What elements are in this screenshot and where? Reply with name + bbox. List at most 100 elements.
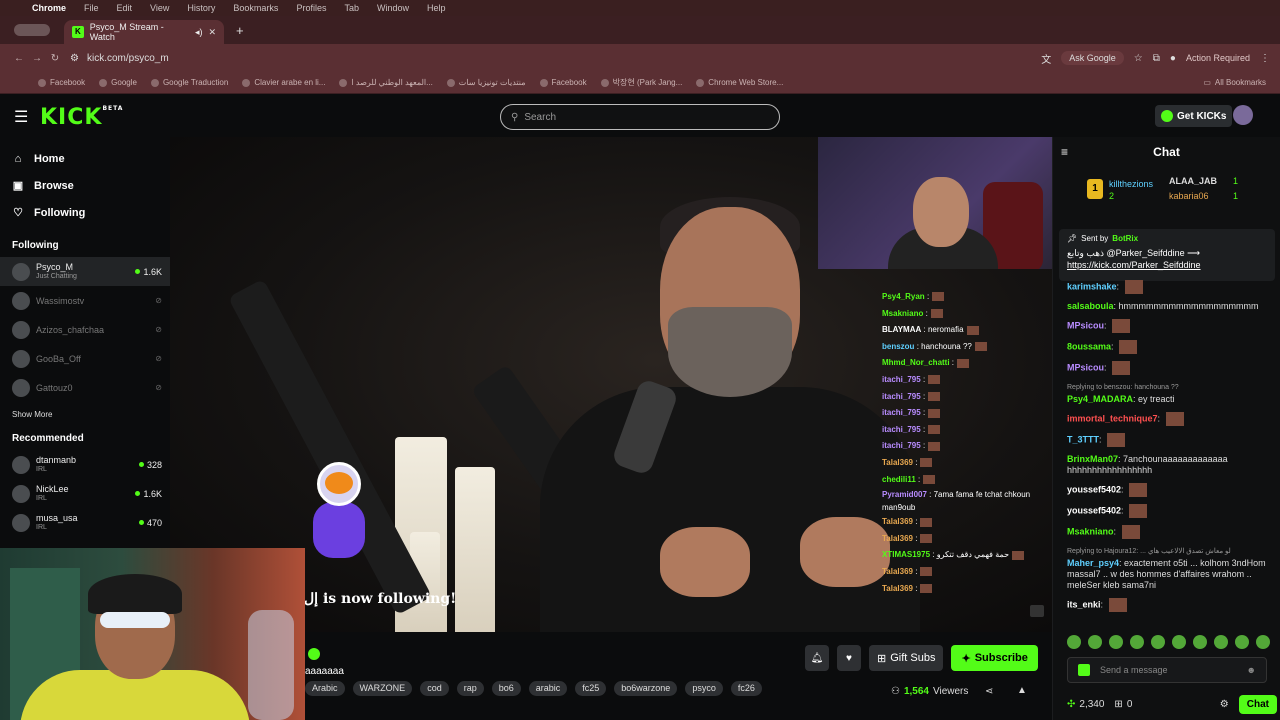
bookmark-item[interactable]: Chrome Web Store... (696, 78, 783, 87)
chat-input[interactable]: Send a message ☻ (1067, 657, 1267, 683)
chat-message[interactable]: T_3TTT: (1067, 433, 1277, 447)
chat-username[interactable]: BrinxMan07 (1067, 454, 1118, 464)
speaker-icon[interactable]: ◂) (195, 27, 203, 38)
tag-chip[interactable]: psyco (685, 681, 723, 696)
ask-google-button[interactable]: Ask Google (1061, 51, 1124, 65)
tag-chip[interactable]: Arabic (305, 681, 345, 696)
show-more-button[interactable]: Show More (0, 410, 170, 419)
forward-icon[interactable]: → (28, 53, 46, 64)
menu-hamburger-icon[interactable]: ☰ (14, 107, 40, 127)
chat-username[interactable]: youssef5402 (1067, 484, 1121, 494)
emote-icon[interactable] (1151, 635, 1165, 649)
search-input[interactable]: ⚲ Search (500, 104, 780, 130)
follow-heart-button[interactable]: ♥ (837, 645, 861, 671)
share-icon[interactable]: ⋖ (985, 686, 993, 697)
emote-icon[interactable] (1193, 635, 1207, 649)
new-tab-button[interactable]: + (236, 23, 244, 38)
menu-help[interactable]: Help (427, 3, 446, 13)
sidebar-channel[interactable]: dtanmanb IRL 328 (0, 450, 170, 479)
bookmark-star-icon[interactable]: ☆ (1134, 53, 1143, 64)
url-field[interactable]: ⚙ kick.com/psyco_m (70, 53, 1041, 64)
bookmark-item[interactable]: Facebook (38, 78, 85, 87)
chat-message[interactable]: Replying to benszou: hanchouna ?? Psy4_MA… (1067, 382, 1277, 405)
tag-chip[interactable]: bo6 (491, 681, 521, 696)
emote-icon[interactable] (1067, 635, 1081, 649)
tag-chip[interactable]: WARZONE (352, 681, 413, 696)
profile-icon[interactable]: ● (1170, 53, 1176, 64)
browser-menu-icon[interactable]: ⋮ (1260, 53, 1270, 64)
emoji-icon[interactable]: ☻ (1247, 665, 1256, 675)
translate-icon[interactable]: 文 (1041, 51, 1051, 66)
bookmark-item[interactable]: Facebook (539, 78, 587, 87)
sidebar-channel[interactable]: musa_usa IRL 470 (0, 508, 170, 537)
notification-bell-button[interactable]: 🔔︎ (805, 645, 829, 671)
leaderboard-name[interactable]: killthezions (1109, 179, 1153, 189)
reply-context[interactable]: Replying to Hajoura12: ... لو معاش تصدق … (1067, 546, 1277, 557)
chat-message[interactable]: MPsicou: (1067, 361, 1277, 375)
sidebar-channel[interactable]: GooBa_Off ⊘ (0, 344, 170, 373)
leaderboard-name[interactable]: kabaria06 (1169, 191, 1209, 201)
nav-home[interactable]: ⌂ Home (0, 145, 170, 172)
chat-username[interactable]: its_enki (1067, 599, 1101, 609)
back-icon[interactable]: ← (10, 53, 28, 64)
chat-username[interactable]: MPsicou (1067, 320, 1104, 330)
action-required-button[interactable]: Action Required (1186, 53, 1250, 63)
chat-username[interactable]: Msakniano (1067, 526, 1114, 536)
window-controls[interactable] (14, 24, 50, 36)
collapse-chat-icon[interactable]: ≡ (1061, 145, 1068, 159)
emote-icon[interactable] (1235, 635, 1249, 649)
menu-chrome[interactable]: Chrome (32, 3, 66, 13)
send-chat-button[interactable]: Chat (1238, 694, 1277, 714)
pinned-message[interactable]: 📌︎ Sent by BotRix ذهب وتابع @Parker_Seifdd… (1059, 229, 1275, 281)
chat-username[interactable]: 8oussama (1067, 341, 1111, 351)
chat-username[interactable]: Psy4_MADARA (1067, 394, 1133, 404)
all-bookmarks-button[interactable]: ▭ All Bookmarks (1203, 78, 1266, 87)
chat-username[interactable]: salsaboula (1067, 301, 1114, 311)
menu-tab[interactable]: Tab (344, 3, 359, 13)
emote-icon[interactable] (1256, 635, 1270, 649)
chat-username[interactable]: youssef5402 (1067, 505, 1121, 515)
leaderboard-name[interactable]: ALAA_JAB (1169, 176, 1217, 186)
tag-chip[interactable]: cod (420, 681, 449, 696)
tag-chip[interactable]: bo6warzone (614, 681, 678, 696)
chat-message[interactable]: its_enki: (1067, 598, 1277, 612)
site-info-icon[interactable]: ⚙ (70, 53, 79, 64)
sidebar-channel[interactable]: NickLee IRL 1.6K (0, 479, 170, 508)
close-tab-icon[interactable]: ✕ (208, 27, 216, 38)
sidebar-channel[interactable]: Psyco_M Just Chatting 1.6K (0, 257, 170, 286)
emote-icon[interactable] (1109, 635, 1123, 649)
chat-message[interactable]: Msakniano: (1067, 525, 1277, 539)
bookmark-item[interactable]: المعهد الوطني للرصد ا... (339, 78, 433, 87)
bookmark-item[interactable]: 박장현 (Park Jang... (600, 77, 682, 88)
menu-window[interactable]: Window (377, 3, 409, 13)
fullscreen-icon[interactable] (1030, 605, 1044, 617)
bookmark-item[interactable]: Google (99, 78, 137, 87)
extensions-icon[interactable]: ⧉ (1153, 53, 1160, 64)
menu-file[interactable]: File (84, 3, 99, 13)
menu-history[interactable]: History (187, 3, 215, 13)
bookmark-item[interactable]: Clavier arabe en li... (242, 78, 325, 87)
reload-icon[interactable]: ↻ (46, 53, 64, 64)
sidebar-channel[interactable]: Azizos_chafchaa ⊘ (0, 315, 170, 344)
chat-message[interactable]: Replying to Hajoura12: ... لو معاش تصدق … (1067, 546, 1277, 591)
chat-message[interactable]: karimshake: (1067, 280, 1277, 294)
emote-icon[interactable] (1130, 635, 1144, 649)
nav-browse[interactable]: ▣ Browse (0, 172, 170, 199)
gear-icon[interactable]: ⚙ (1220, 699, 1229, 710)
user-avatar[interactable] (1233, 105, 1253, 125)
chat-username[interactable]: immortal_technique7 (1067, 413, 1158, 423)
browser-tab[interactable]: K Psyco_M Stream - Watch ◂) ✕ (64, 20, 224, 44)
bookmark-item[interactable]: منتديات تونيزيا سات (446, 78, 526, 87)
tag-chip[interactable]: fc26 (730, 681, 762, 696)
chat-username[interactable]: MPsicou (1067, 362, 1104, 372)
chat-username[interactable]: karimshake (1067, 281, 1117, 291)
gift-subs-button[interactable]: ⊞ Gift Subs (869, 645, 944, 671)
menu-bookmarks[interactable]: Bookmarks (233, 3, 278, 13)
chat-username[interactable]: T_3TTT (1067, 434, 1099, 444)
kick-logo[interactable]: KICKBETA (40, 105, 123, 130)
emote-icon[interactable] (1214, 635, 1228, 649)
chat-message[interactable]: immortal_technique7: (1067, 412, 1277, 426)
bookmark-item[interactable]: Google Traduction (150, 78, 228, 87)
menu-edit[interactable]: Edit (117, 3, 133, 13)
emote-icon[interactable] (1172, 635, 1186, 649)
